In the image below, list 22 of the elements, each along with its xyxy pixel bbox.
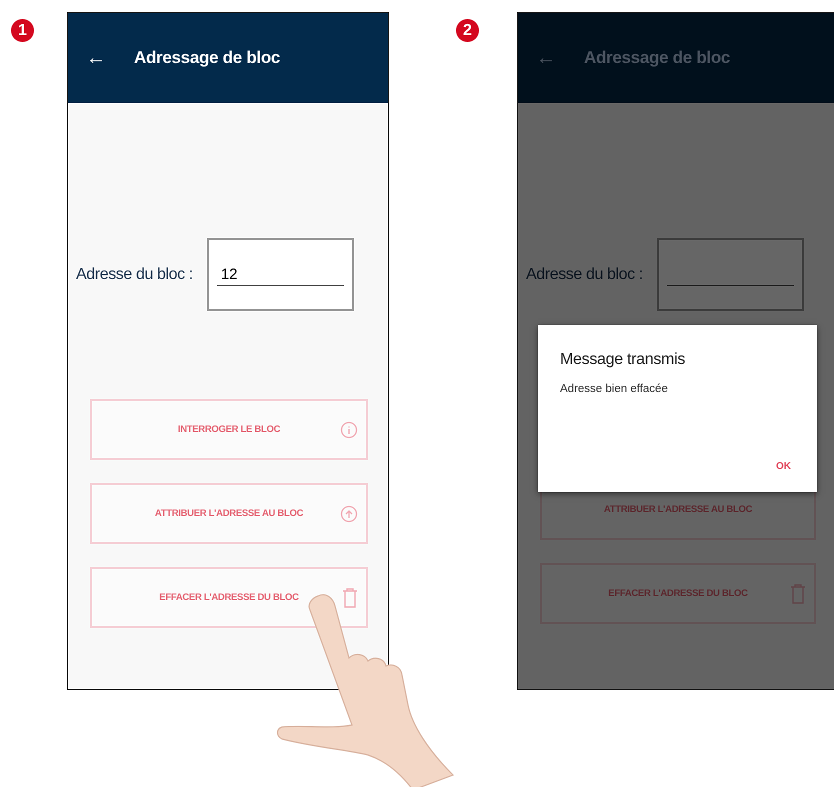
upload-icon	[340, 504, 358, 522]
back-arrow-icon[interactable]: ←	[86, 46, 106, 70]
field-label: Adresse du bloc :	[76, 266, 193, 284]
trash-icon	[790, 584, 806, 604]
address-input-box[interactable]	[656, 238, 804, 311]
info-icon	[340, 420, 358, 438]
dialog-message: Adresse bien effacée	[560, 383, 669, 395]
screen-title: Adressage de bloc	[584, 48, 730, 68]
field-label: Adresse du bloc :	[526, 266, 643, 284]
step-number: 1	[11, 19, 34, 42]
action-button[interactable]: INTERROGER LE BLOC	[90, 399, 368, 460]
back-arrow-icon[interactable]: ←	[536, 46, 556, 70]
address-input-box[interactable]: 12	[206, 238, 354, 311]
dialog-title: Message transmis	[560, 351, 686, 369]
address-field[interactable]: 12	[216, 264, 344, 286]
action-button[interactable]: ATTRIBUER L'ADRESSE AU BLOC	[90, 483, 368, 544]
step-number: 2	[456, 19, 479, 42]
action-button[interactable]: EFFACER L'ADRESSE DU BLOC	[540, 563, 816, 624]
ok-button[interactable]: OK	[774, 459, 793, 474]
screen-title: Adressage de bloc	[134, 48, 280, 68]
action-button[interactable]: EFFACER L'ADRESSE DU BLOC	[90, 567, 368, 628]
trash-icon	[342, 588, 358, 608]
